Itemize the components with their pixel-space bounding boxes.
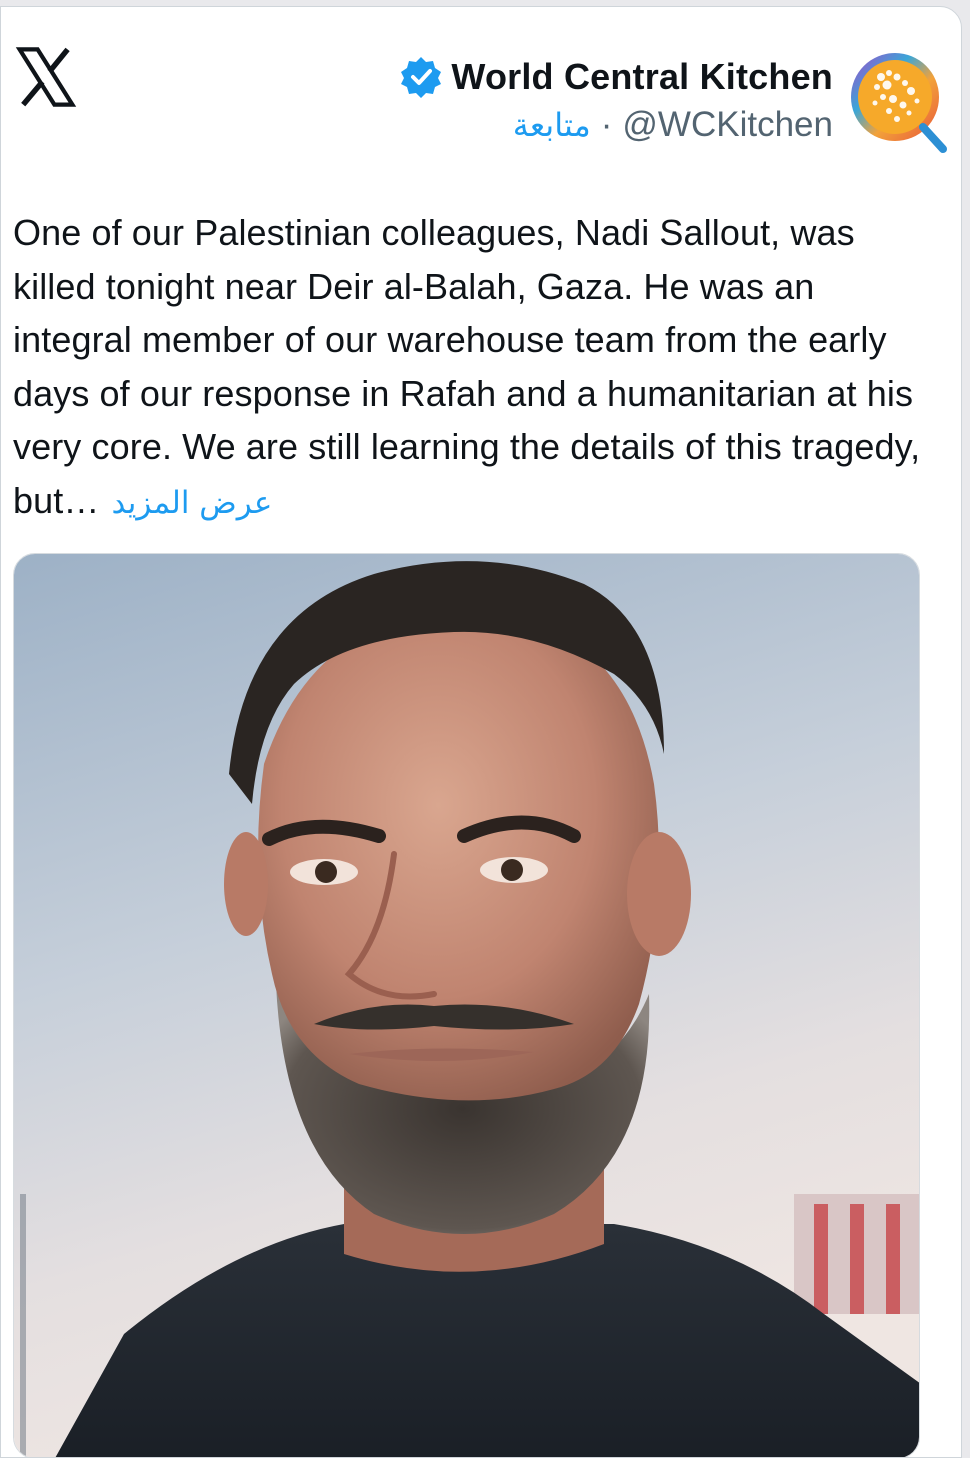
author-header[interactable]: World Central Kitchen متابعة · @WCKitche…	[399, 47, 953, 159]
verified-badge-icon	[399, 55, 443, 99]
tweet-photo[interactable]	[13, 553, 920, 1457]
show-more-link[interactable]: عرض المزيد	[111, 485, 272, 521]
wck-globe-logo-icon[interactable]	[847, 47, 953, 159]
author-handle[interactable]: @WCKitchen	[622, 105, 833, 145]
portrait-photo	[14, 554, 919, 1457]
tweet-text: One of our Palestinian colleagues, Nadi …	[13, 206, 933, 530]
author-info: World Central Kitchen متابعة · @WCKitche…	[399, 47, 833, 145]
tweet-card[interactable]: World Central Kitchen متابعة · @WCKitche…	[0, 6, 962, 1458]
tweet-body: One of our Palestinian colleagues, Nadi …	[13, 212, 921, 521]
separator-dot: ·	[600, 105, 613, 144]
handle-row: متابعة · @WCKitchen	[513, 105, 833, 145]
follow-button[interactable]: متابعة	[513, 106, 591, 144]
author-display-name[interactable]: World Central Kitchen	[451, 56, 833, 98]
name-row: World Central Kitchen	[399, 47, 833, 107]
x-logo-icon[interactable]	[15, 47, 77, 107]
